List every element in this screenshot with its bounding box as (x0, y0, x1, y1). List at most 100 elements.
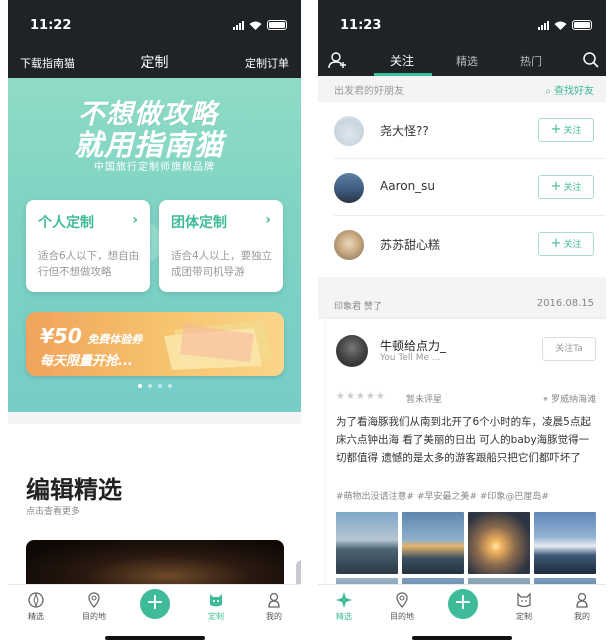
post-location[interactable]: ⌖ 罗威纳海滩 (543, 392, 596, 405)
carousel-dot[interactable] (137, 384, 142, 388)
tab-label: 精选 (336, 612, 352, 621)
personal-custom-card[interactable]: 个人定制 › 适合6人以下，想自由行但不想做攻略 (26, 200, 150, 292)
bottom-tab-bar: 精选 目的地 + 定制 我的 (8, 584, 301, 644)
tab-popular[interactable]: 热门 (520, 53, 542, 69)
promo-tag: 免费体验券 (87, 333, 143, 346)
bottom-tab-bar: 精选 目的地 + 定制 我的 (318, 584, 606, 644)
plus-icon: + (550, 236, 562, 251)
status-icons (233, 20, 287, 30)
carousel-dots[interactable] (8, 384, 301, 388)
ticket-illustration-icon (164, 320, 272, 370)
status-bar: 11:22 (8, 0, 301, 44)
friend-row[interactable]: 尧大怪?? + 关注 (318, 102, 606, 159)
carousel-dot[interactable] (147, 384, 152, 388)
add-friend-icon[interactable] (328, 50, 348, 70)
follow-author-button[interactable]: 关注Ta (542, 337, 596, 361)
tab-featured[interactable]: 精选 (456, 53, 478, 69)
person-icon (268, 592, 280, 608)
post-photo[interactable] (402, 512, 464, 574)
friend-row[interactable]: 苏苏甜心糕 + 关注 (318, 216, 606, 273)
location-pin-icon (88, 592, 100, 608)
search-icon[interactable] (582, 51, 600, 69)
top-nav-bar: 下载指南猫 定制 定制订单 (8, 44, 301, 78)
editor-picks-more-link[interactable]: 点击查看更多 (26, 504, 80, 517)
carousel-dot[interactable] (167, 384, 172, 388)
friend-name: 尧大怪?? (380, 124, 429, 138)
rating-stars: ★★★★★ (336, 391, 386, 402)
location-label: 罗威纳海滩 (550, 395, 596, 405)
compass-icon (336, 592, 352, 608)
following-feed-screen: 11:23 关注 精选 热门 出发君的好朋友 ⌕ 查找好友 尧大怪?? +关注 (318, 0, 606, 644)
create-post-button[interactable]: + (140, 589, 170, 619)
find-friends-label: 查找好友 (554, 86, 594, 97)
follow-label: 关注 (563, 126, 582, 136)
promo-subline: 每天限量开抢... (40, 354, 133, 369)
custom-trip-screen: 11:22 下载指南猫 定制 定制订单 PEOPLE 不想做攻略 就用指南猫 中… (8, 0, 301, 644)
feed-meta-row: 印象君 赞了 2016.08.15 (318, 289, 606, 319)
promo-headline: ¥50 免费体验券 (40, 324, 142, 348)
create-post-button[interactable]: + (448, 589, 478, 619)
cat-icon (210, 594, 222, 607)
friend-name: Aaron_su (380, 179, 436, 193)
tab-following[interactable]: 关注 (390, 52, 414, 69)
post-tags[interactable]: #萌物出没请注意# #早安最之美# #印象@巴厘岛# (336, 489, 549, 502)
plus-icon: + (550, 122, 562, 137)
home-indicator (104, 636, 205, 640)
chevron-right-icon: › (132, 212, 138, 228)
friends-suggestion-header: 出发君的好朋友 ⌕ 查找好友 (318, 76, 606, 102)
carousel-dot[interactable] (157, 384, 162, 388)
card-title: 个人定制 (38, 215, 94, 231)
post-photo[interactable] (468, 512, 530, 574)
follow-button[interactable]: + 关注 (538, 232, 594, 256)
person-icon (576, 592, 588, 608)
card-description: 适合6人以下，想自由行但不想做攻略 (38, 250, 140, 278)
tab-mine[interactable]: 我的 (562, 591, 602, 622)
tab-destination[interactable]: 目的地 (382, 591, 422, 622)
location-pin-icon (396, 592, 408, 608)
status-icons (538, 20, 592, 30)
cellular-signal-icon (233, 20, 244, 30)
tab-featured[interactable]: 精选 (324, 591, 364, 622)
wifi-icon (554, 21, 567, 30)
search-icon: ⌕ (545, 86, 554, 97)
feed-post-card[interactable]: 牛顿给点力_ You Tell Me ... 关注Ta ★★★★★ 暂未评星 ⌖… (326, 319, 606, 599)
tab-label: 我的 (574, 612, 590, 621)
friend-name: 苏苏甜心糕 (380, 238, 441, 252)
plus-icon: + (550, 179, 562, 194)
tab-custom[interactable]: 定制 (196, 591, 236, 622)
follow-button[interactable]: + 关注 (538, 118, 594, 142)
cat-icon (517, 592, 531, 608)
promo-amount: ¥50 (40, 324, 82, 348)
tab-mine[interactable]: 我的 (254, 591, 294, 622)
group-custom-card[interactable]: 团体定制 › 适合4人以上，要独立成团带司机导游 (159, 200, 283, 292)
custom-orders-link[interactable]: 定制订单 (245, 55, 289, 71)
avatar[interactable] (334, 173, 364, 203)
compass-icon (28, 592, 44, 608)
battery-icon (267, 20, 287, 30)
rating-label: 暂未评星 (406, 395, 443, 405)
friend-row[interactable]: Aaron_su + 关注 (318, 159, 606, 216)
tab-featured[interactable]: 精选 (16, 591, 56, 622)
follow-button[interactable]: + 关注 (538, 175, 594, 199)
top-nav-bar: 关注 精选 热门 (318, 44, 606, 76)
hero-banner[interactable]: PEOPLE 不想做攻略 就用指南猫 中国旅行定制师旗舰品牌 个人定制 › 适合… (8, 78, 301, 412)
home-indicator (412, 636, 512, 640)
tab-label: 定制 (208, 612, 224, 621)
tab-destination[interactable]: 目的地 (74, 591, 114, 622)
post-photo[interactable] (336, 512, 398, 574)
post-photo[interactable] (534, 512, 596, 574)
avatar[interactable] (336, 335, 368, 367)
banner-subtitle: 中国旅行定制师旗舰品牌 (94, 162, 215, 173)
find-friends-link[interactable]: ⌕ 查找好友 (545, 82, 594, 97)
plus-icon: + (145, 590, 165, 615)
status-bar: 11:23 (318, 0, 606, 44)
avatar[interactable] (334, 116, 364, 146)
chevron-right-icon: › (265, 212, 271, 228)
post-author[interactable]: 牛顿给点力_ (380, 337, 446, 354)
free-voucher-promo[interactable]: ¥50 免费体验券 每天限量开抢... (26, 312, 284, 376)
tab-custom[interactable]: 定制 (504, 591, 544, 622)
tab-label: 我的 (266, 612, 282, 621)
avatar[interactable] (334, 230, 364, 260)
liked-by-text: 印象君 赞了 (334, 302, 382, 312)
follow-label: 关注 (563, 183, 582, 193)
